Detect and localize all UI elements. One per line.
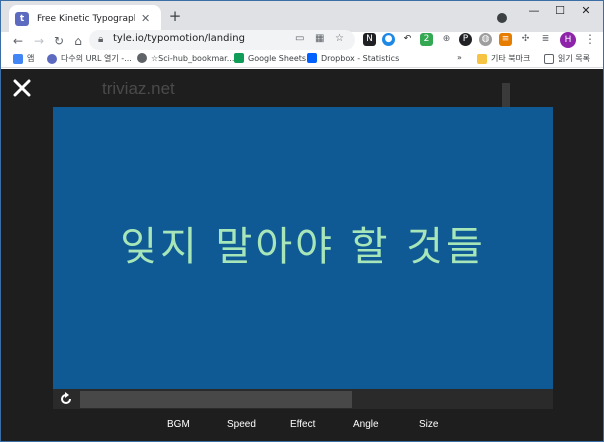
apps-icon [13,53,23,64]
tab-close-icon[interactable]: ✕ [141,12,150,25]
minimize-button[interactable]: — [521,5,547,19]
bookmarks-bar: 앱 다수의 URL 열기 -... ☆Sci-hub_bookmar... Go… [1,50,603,68]
bookmark-reading-list[interactable]: 읽기 목록 [544,53,590,64]
forward-icon[interactable]: → [32,34,46,48]
globe-extension-icon[interactable]: ◍ [479,33,492,46]
preview-controls: BGM Speed Effect Angle Size [1,419,603,435]
p-extension-icon[interactable]: P [459,33,472,46]
bookmark-label: Google Sheets [248,53,307,63]
reply-extension-icon[interactable]: ↶ [401,33,414,46]
urls-icon [47,53,57,64]
bookmark-label: ☆Sci-hub_bookmar... [151,53,235,63]
address-bar[interactable]: 🔒︎ tyle.io/typomotion/landing ▭ ▦ ☆ [89,30,355,50]
close-modal-icon[interactable] [13,79,31,97]
reading-list-icon [544,53,554,64]
bgm-button[interactable]: BGM [167,419,190,430]
bookmark-label: 읽기 목록 [558,54,590,63]
bookmark-google-sheets[interactable]: Google Sheets [234,53,306,63]
bookmark-apps[interactable]: 앱 [13,53,34,64]
url-text[interactable]: tyle.io/typomotion/landing [113,33,245,44]
dropbox-icon [307,53,317,63]
search-extension-icon[interactable]: ⊕ [440,33,453,46]
replay-icon[interactable] [59,392,73,406]
bookmark-label: 앱 [27,54,35,63]
bookmark-star-icon[interactable]: ☆ [335,33,344,44]
qr-code-icon[interactable]: ▦ [315,33,324,44]
size-button[interactable]: Size [419,419,438,430]
bookmark-label: Dropbox - Statistics [321,53,400,63]
extension-with-badge-icon[interactable]: 2 [420,33,433,46]
tab-search-icon[interactable] [497,13,507,23]
bookmark-scihub[interactable]: ☆Sci-hub_bookmar... [137,53,234,63]
tab-tyle[interactable]: t Free Kinetic Typography Vid ✕ [9,5,161,32]
browser-window: t Free Kinetic Typography Vid ✕ + — ☐ ✕ … [0,0,604,442]
orange-extension-icon[interactable]: ≡ [499,33,512,46]
playback-bar [53,389,553,409]
folder-icon [477,53,487,64]
bookmark-other[interactable]: 기타 북마크 [477,53,530,64]
lock-icon: 🔒︎ [98,34,104,45]
sheets-icon [234,53,244,63]
home-icon[interactable]: ⌂ [71,34,85,48]
tyle-favicon-icon: t [15,11,29,26]
menu-kebab-icon[interactable]: ⋮ [584,32,596,46]
tab-title: Free Kinetic Typography Vid [37,13,135,24]
playback-progress[interactable] [80,391,352,408]
effect-button[interactable]: Effect [290,419,315,430]
preview-text: 잊지 말아야 할 것들 [120,224,486,270]
bookmark-label: 기타 북마크 [491,54,531,63]
puzzle-extensions-icon[interactable]: ✣ [519,33,532,46]
notion-extension-icon[interactable]: N [363,33,376,46]
cast-icon[interactable]: ▭ [295,33,304,44]
globe-icon [137,53,147,63]
angle-button[interactable]: Angle [353,419,379,430]
maximize-button[interactable]: ☐ [547,5,573,19]
profile-avatar[interactable]: H [560,32,576,48]
close-window-button[interactable]: ✕ [573,5,599,19]
speed-button[interactable]: Speed [227,419,256,430]
bookmark-multi-url[interactable]: 다수의 URL 열기 -... [47,53,132,64]
reload-icon[interactable]: ↻ [52,34,66,48]
bookmark-label: 다수의 URL 열기 -... [61,54,132,63]
new-tab-button[interactable]: + [167,9,183,25]
back-icon[interactable]: ← [11,34,25,48]
bookmarks-overflow-chevron[interactable]: » [457,53,462,62]
background-site-title: triviaz.net [102,79,175,98]
bookmark-dropbox[interactable]: Dropbox - Statistics [307,53,399,63]
reading-queue-icon[interactable]: ≣ [539,33,552,46]
page-content: triviaz.net 잊지 말아야 할 것들 BGM Speed Effect… [1,69,603,441]
typography-preview-stage: 잊지 말아야 할 것들 [53,107,553,389]
drop-extension-icon[interactable]: ● [382,33,395,46]
